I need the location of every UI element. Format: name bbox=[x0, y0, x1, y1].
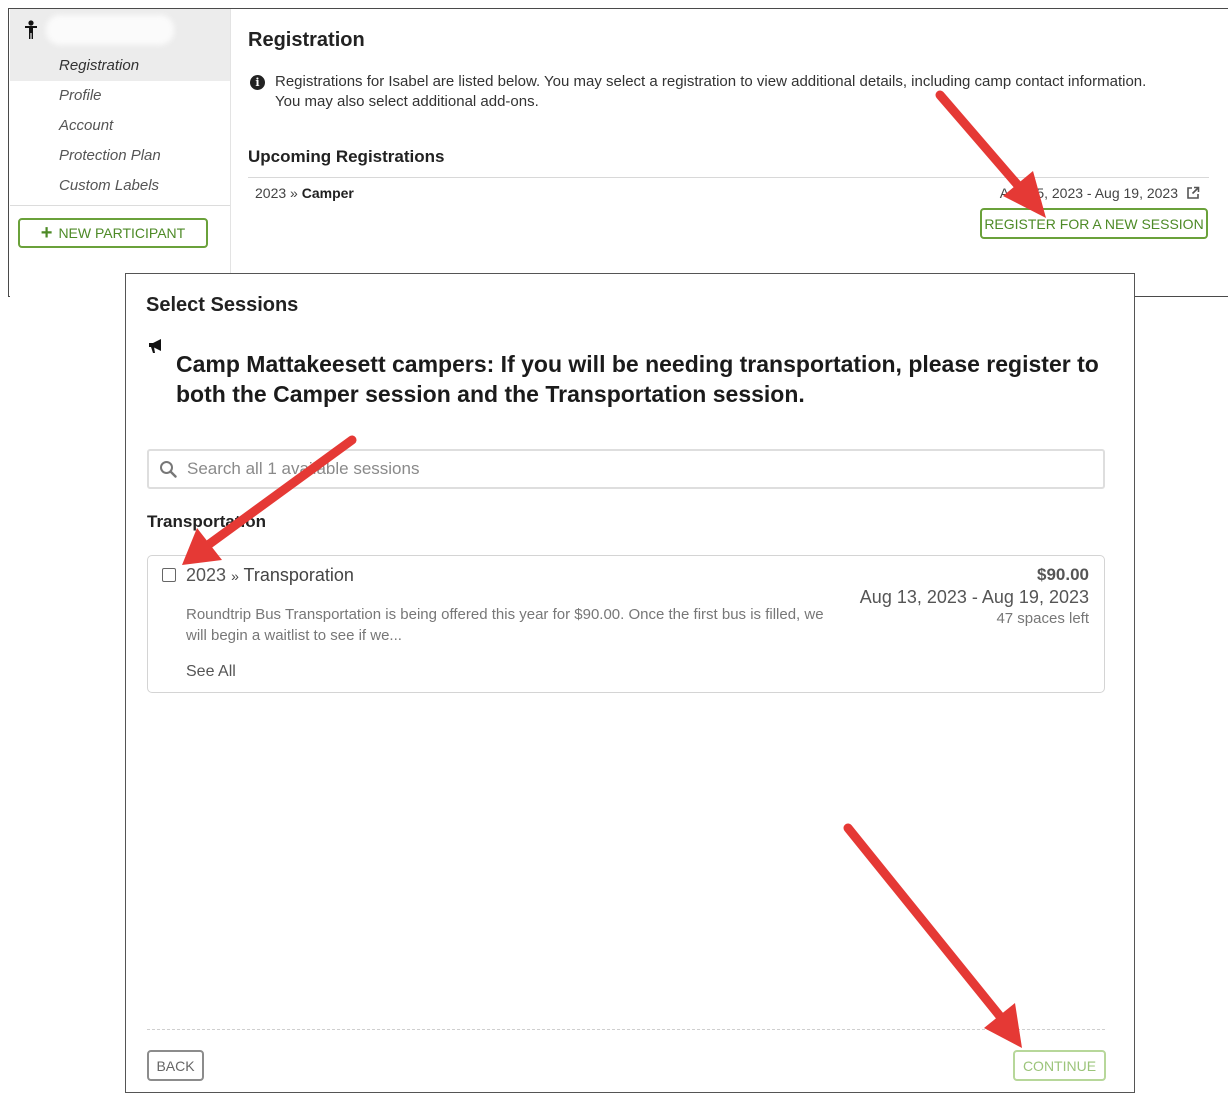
sidebar: Registration Profile Account Protection … bbox=[10, 9, 231, 297]
participant-header bbox=[10, 9, 230, 51]
sidebar-item-protection-plan[interactable]: Protection Plan bbox=[10, 141, 230, 171]
new-participant-label: NEW PARTICIPANT bbox=[58, 225, 186, 241]
breadcrumb-separator: » bbox=[231, 568, 239, 584]
redacted-name bbox=[46, 15, 174, 45]
select-sessions-modal: Select Sessions Camp Mattakeesett camper… bbox=[125, 273, 1135, 1093]
info-message: i Registrations for Isabel are listed be… bbox=[250, 72, 1150, 112]
plus-icon: + bbox=[40, 222, 53, 244]
register-new-session-button[interactable]: REGISTER FOR A NEW SESSION bbox=[980, 208, 1208, 239]
footer-divider bbox=[147, 1029, 1105, 1030]
info-text: Registrations for Isabel are listed belo… bbox=[275, 73, 1147, 110]
upcoming-registrations-title: Upcoming Registrations bbox=[248, 147, 445, 166]
session-search[interactable] bbox=[147, 449, 1105, 489]
breadcrumb-separator: » bbox=[290, 185, 298, 201]
sidebar-divider bbox=[10, 205, 230, 206]
session-year: 2023 bbox=[186, 565, 227, 585]
back-button[interactable]: BACK bbox=[147, 1050, 204, 1081]
registration-name: Camper bbox=[301, 185, 354, 201]
megaphone-icon bbox=[149, 339, 161, 353]
external-link-icon[interactable] bbox=[1186, 186, 1200, 200]
search-icon bbox=[160, 461, 177, 478]
session-card[interactable]: 2023 » Transporation Roundtrip Bus Trans… bbox=[147, 555, 1105, 693]
info-icon: i bbox=[250, 75, 265, 90]
new-participant-button[interactable]: + NEW PARTICIPANT bbox=[18, 218, 208, 248]
registration-item[interactable]: 2023 » Camper bbox=[255, 185, 354, 201]
sidebar-item-profile[interactable]: Profile bbox=[10, 81, 230, 111]
session-checkbox[interactable] bbox=[162, 568, 176, 582]
modal-title: Select Sessions bbox=[146, 294, 299, 316]
section-heading-transportation: Transportation bbox=[147, 512, 267, 531]
continue-button[interactable]: CONTINUE bbox=[1013, 1050, 1106, 1081]
registration-year: 2023 bbox=[255, 185, 287, 201]
sidebar-item-custom-labels[interactable]: Custom Labels bbox=[10, 171, 230, 201]
session-spaces-left: 47 spaces left bbox=[996, 610, 1089, 627]
page-title: Registration bbox=[248, 29, 365, 51]
sidebar-item-registration[interactable]: Registration bbox=[10, 51, 230, 81]
session-price: $90.00 bbox=[1037, 565, 1089, 584]
search-input[interactable] bbox=[185, 458, 1103, 480]
registration-dates: Aug 15, 2023 - Aug 19, 2023 bbox=[999, 185, 1178, 201]
divider bbox=[248, 177, 1209, 178]
session-name: Transporation bbox=[243, 565, 354, 585]
see-all-link[interactable]: See All bbox=[186, 663, 236, 681]
session-title: 2023 » Transporation bbox=[186, 565, 354, 586]
session-dates: Aug 13, 2023 - Aug 19, 2023 bbox=[859, 587, 1089, 607]
session-description: Roundtrip Bus Transportation is being of… bbox=[186, 606, 824, 644]
sidebar-item-account[interactable]: Account bbox=[10, 111, 230, 141]
announcement-text: Camp Mattakeesett campers: If you will b… bbox=[176, 351, 1099, 407]
registration-dates-row: Aug 15, 2023 - Aug 19, 2023 bbox=[1000, 185, 1200, 201]
person-icon bbox=[25, 20, 37, 39]
